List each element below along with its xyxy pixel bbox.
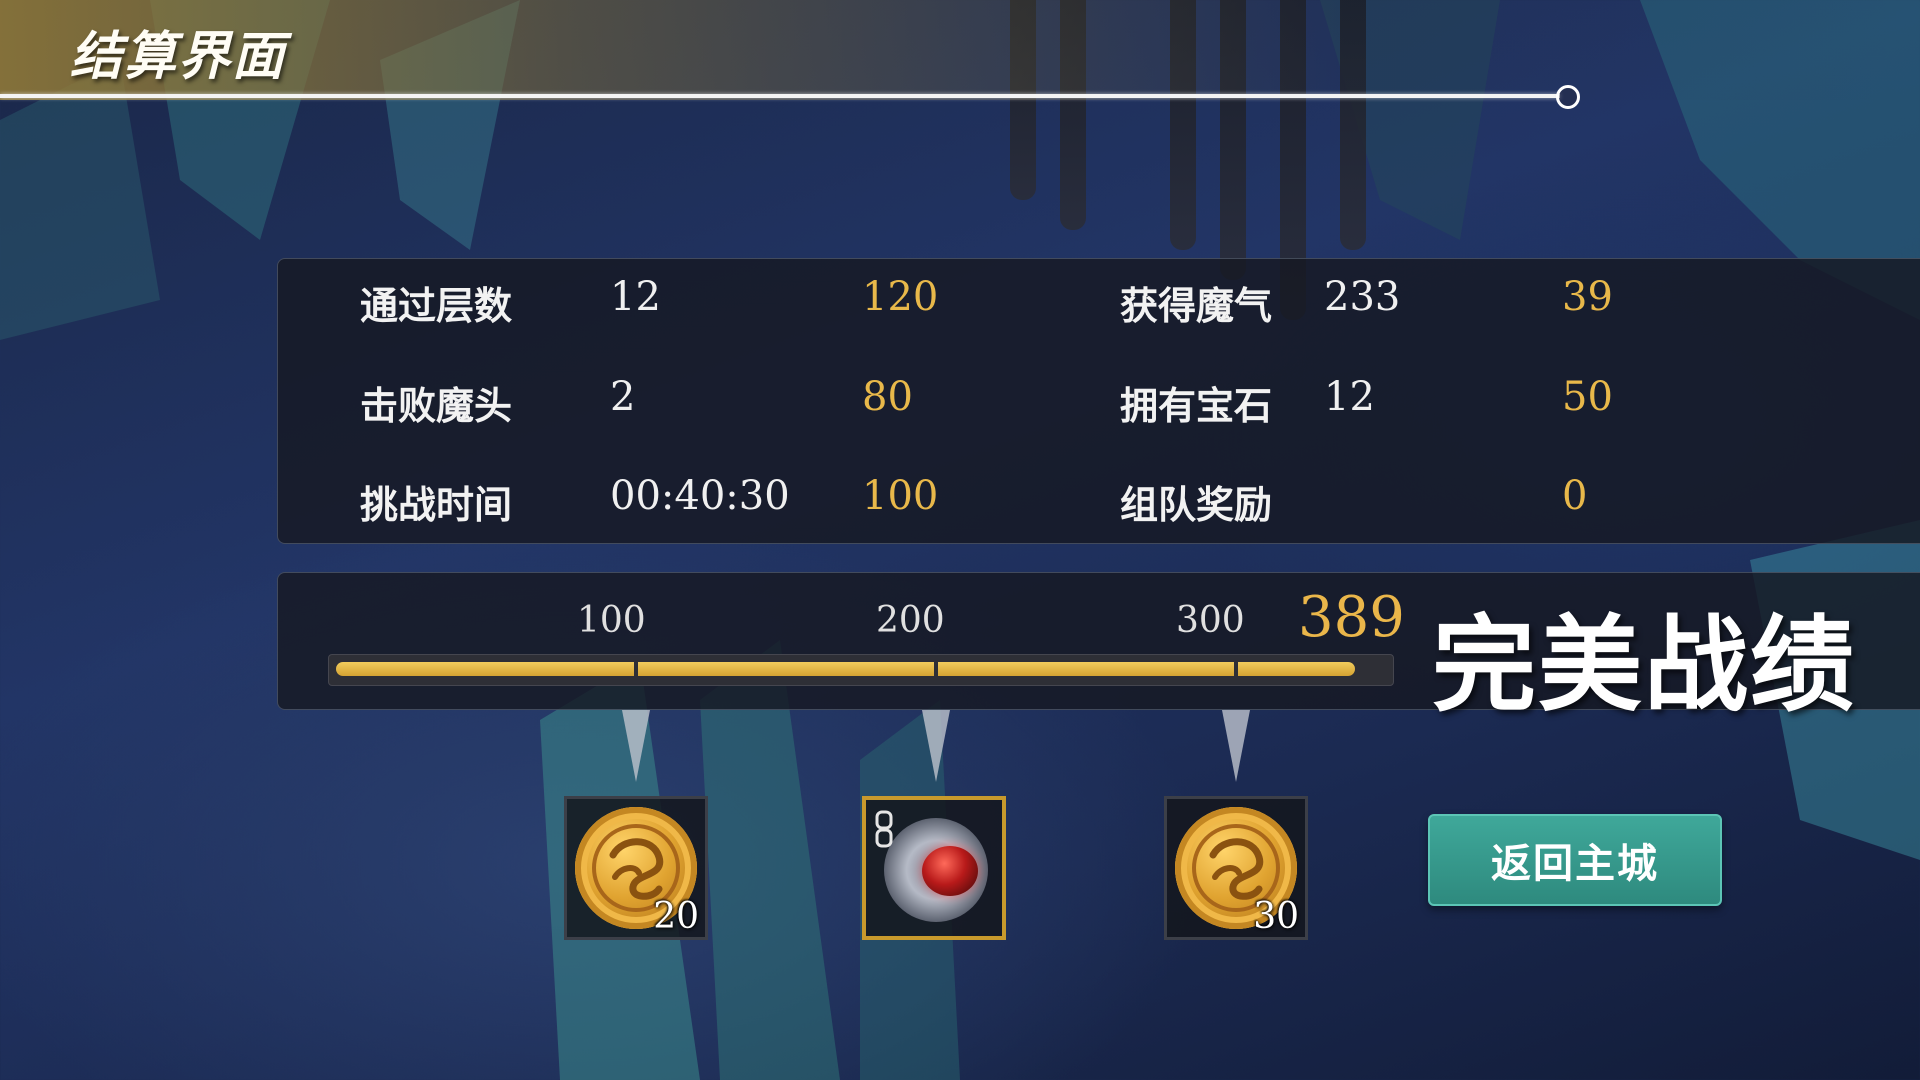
rating-title: 完美战绩 [1432, 604, 1857, 726]
reward-slot-1[interactable]: 20 [564, 796, 708, 940]
stat-label-bosses: 击败魔头 [360, 384, 513, 428]
header-divider [0, 94, 1560, 98]
stat-score-floors: 120 [862, 274, 939, 320]
reward-pointer [1222, 710, 1250, 782]
reward-slot-3[interactable]: 30 [1164, 796, 1308, 940]
stat-value-bosses: 2 [610, 374, 636, 420]
header-band [0, 0, 1920, 100]
reward-count: 30 [1253, 896, 1299, 937]
red-gem-orb-icon [884, 818, 988, 922]
stat-score-magic: 39 [1562, 274, 1613, 320]
progress-tick-100: 100 [577, 600, 646, 641]
stat-label-magic: 获得魔气 [1120, 284, 1273, 328]
stat-score-time: 100 [862, 473, 939, 519]
stat-value-floors: 12 [610, 274, 661, 320]
stat-label-time: 挑战时间 [360, 483, 513, 527]
progress-segment-divider [934, 660, 938, 678]
stat-label-floors: 通过层数 [360, 284, 513, 328]
stat-value-magic: 233 [1324, 274, 1401, 320]
progress-segment-divider [1234, 660, 1238, 678]
page-title: 结算界面 [70, 26, 287, 87]
return-to-city-button[interactable]: 返回主城 [1428, 814, 1722, 906]
header-divider-knob [1556, 85, 1580, 109]
reward-count: 20 [653, 896, 699, 937]
stats-panel [277, 258, 1920, 544]
progress-segment-divider [634, 660, 638, 678]
total-score: 389 [1298, 585, 1405, 650]
stat-label-team: 组队奖励 [1120, 483, 1273, 527]
reward-pointer [622, 710, 650, 782]
score-progress-fill [336, 662, 1355, 676]
stat-score-gems: 50 [1562, 374, 1613, 420]
chain-lock-icon [875, 810, 893, 848]
stat-value-gems: 12 [1324, 374, 1375, 420]
reward-slot-2[interactable] [862, 796, 1006, 940]
progress-tick-200: 200 [876, 600, 945, 641]
reward-pointer [922, 710, 950, 782]
progress-tick-300: 300 [1176, 600, 1245, 641]
stat-value-time: 00:40:30 [610, 473, 790, 519]
stat-label-gems: 拥有宝石 [1120, 384, 1273, 428]
stat-score-team: 0 [1562, 473, 1588, 519]
stat-score-bosses: 80 [862, 374, 913, 420]
